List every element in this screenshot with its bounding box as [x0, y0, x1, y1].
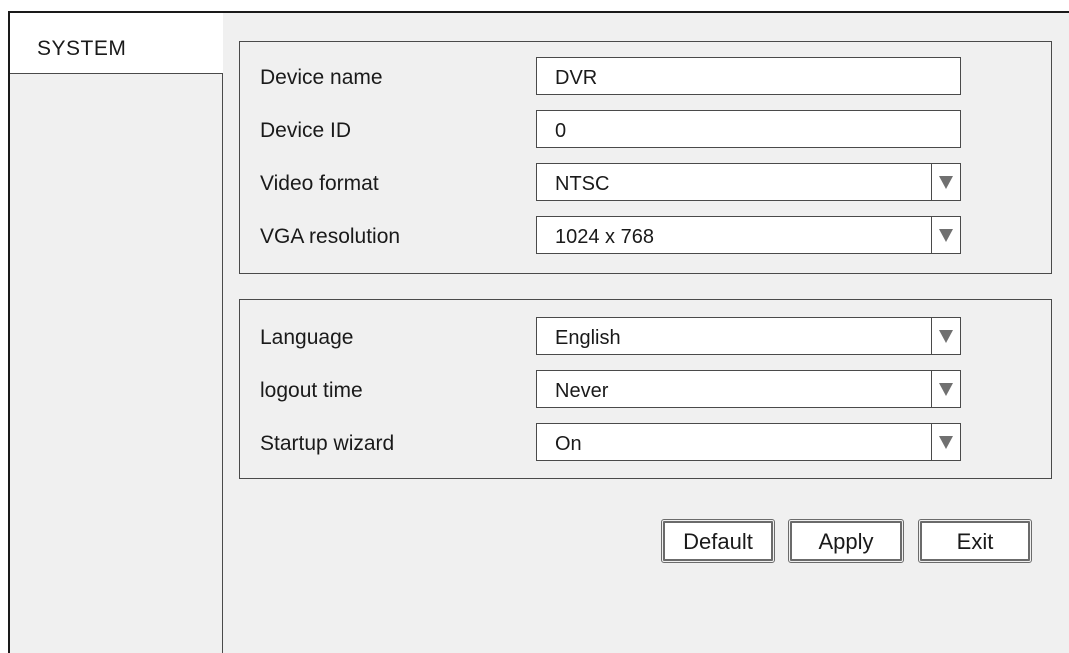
system-settings-window: SYSTEM Device name DVR Device ID 0 Video… [8, 11, 1069, 653]
triangle-down-icon[interactable] [931, 217, 960, 253]
logout-time-label: logout time [260, 379, 363, 402]
device-name-row: Device name DVR [240, 57, 1051, 95]
logout-time-row: logout time Never [240, 370, 1051, 408]
default-button[interactable]: Default [661, 519, 775, 563]
general-settings-group: Device name DVR Device ID 0 Video format… [239, 41, 1052, 274]
triangle-down-icon[interactable] [931, 164, 960, 200]
language-row: Language English [240, 317, 1051, 355]
exit-button[interactable]: Exit [918, 519, 1032, 563]
video-format-row: Video format NTSC [240, 163, 1051, 201]
video-format-select[interactable]: NTSC [536, 163, 961, 201]
vga-resolution-label: VGA resolution [260, 225, 401, 248]
vga-resolution-row: VGA resolution 1024 x 768 [240, 216, 1051, 254]
device-id-label: Device ID [260, 119, 352, 142]
sidebar: SYSTEM [10, 13, 223, 653]
device-id-row: Device ID 0 [240, 110, 1051, 148]
startup-wizard-row: Startup wizard On [240, 423, 1051, 461]
startup-wizard-select[interactable]: On [536, 423, 961, 461]
video-format-label: Video format [260, 172, 379, 195]
logout-time-value: Never [555, 380, 609, 402]
device-id-input[interactable]: 0 [536, 110, 961, 148]
device-name-label: Device name [260, 66, 383, 89]
startup-wizard-value: On [555, 433, 582, 455]
device-name-input[interactable]: DVR [536, 57, 961, 95]
language-label: Language [260, 326, 354, 349]
language-value: English [555, 327, 621, 349]
vga-resolution-value: 1024 x 768 [555, 226, 654, 248]
triangle-down-icon[interactable] [931, 318, 960, 354]
triangle-down-icon[interactable] [931, 371, 960, 407]
video-format-value: NTSC [555, 173, 610, 195]
logout-time-select[interactable]: Never [536, 370, 961, 408]
triangle-down-icon[interactable] [931, 424, 960, 460]
preferences-group: Language English logout time Never Start… [239, 299, 1052, 479]
apply-button[interactable]: Apply [788, 519, 904, 563]
sidebar-tab-system[interactable]: SYSTEM [10, 13, 223, 74]
language-select[interactable]: English [536, 317, 961, 355]
startup-wizard-label: Startup wizard [260, 432, 395, 455]
vga-resolution-select[interactable]: 1024 x 768 [536, 216, 961, 254]
settings-panel: Device name DVR Device ID 0 Video format… [224, 13, 1069, 653]
